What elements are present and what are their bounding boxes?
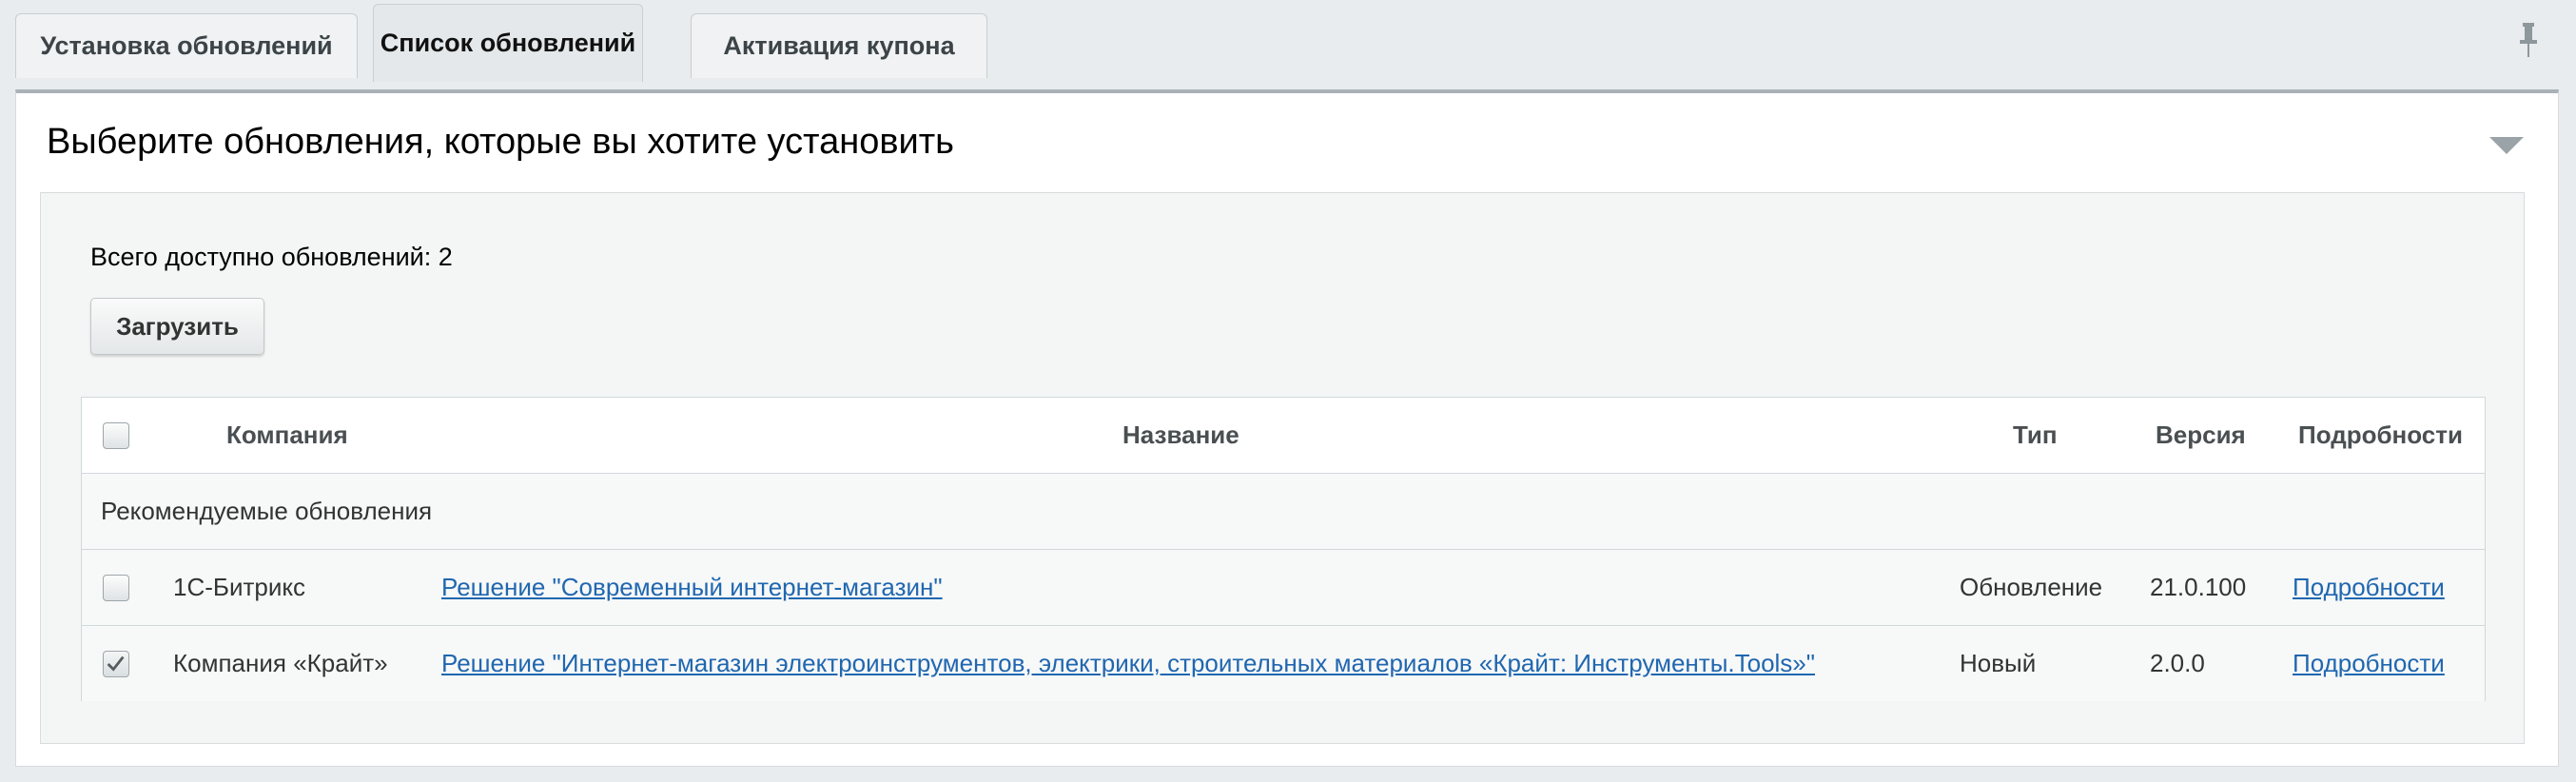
tab-coupon-activation[interactable]: Активация купона: [691, 13, 987, 78]
header-version: Версия: [2156, 420, 2246, 449]
tab-updates-list-label: Список обновлений: [380, 29, 636, 57]
tab-install-updates[interactable]: Установка обновлений: [15, 13, 358, 78]
pin-icon[interactable]: [2516, 21, 2541, 59]
row-version: 2.0.0: [2150, 649, 2205, 677]
table-row: 1С-Битрикс Решение "Современный интернет…: [82, 550, 2485, 626]
updates-count: Всего доступно обновлений: 2: [90, 243, 453, 271]
triangle-down-icon[interactable]: [2488, 133, 2526, 156]
updates-panel: Выберите обновления, которые вы хотите у…: [15, 89, 2559, 767]
row-version: 21.0.100: [2150, 573, 2247, 601]
group-label: Рекомендуемые обновления: [101, 497, 433, 525]
row-name-link[interactable]: Решение "Современный интернет-магазин": [441, 550, 943, 625]
header-details: Подробности: [2298, 420, 2463, 449]
row-checkbox[interactable]: [103, 651, 129, 677]
row-details-link[interactable]: Подробности: [2293, 550, 2445, 625]
group-row: Рекомендуемые обновления: [82, 474, 2485, 550]
updates-table: Компания Название Тип Версия Подробности…: [81, 397, 2486, 701]
row-details-link[interactable]: Подробности: [2293, 626, 2445, 701]
select-all-checkbox[interactable]: [103, 422, 129, 449]
tab-coupon-activation-label: Активация купона: [723, 31, 955, 60]
row-type: Новый: [1960, 649, 2037, 677]
row-name-link[interactable]: Решение "Интернет-магазин электроинструм…: [441, 626, 1815, 701]
tab-install-updates-label: Установка обновлений: [40, 31, 333, 60]
row-company: 1С-Битрикс: [173, 573, 306, 601]
row-company: Компания «Крайт»: [173, 649, 388, 677]
header-name: Название: [1122, 420, 1239, 449]
load-button[interactable]: Загрузить: [90, 298, 264, 355]
table-row: Компания «Крайт» Решение "Интернет-магаз…: [82, 626, 2485, 701]
row-type: Обновление: [1960, 573, 2103, 601]
table-header: Компания Название Тип Версия Подробности: [82, 398, 2485, 474]
header-type: Тип: [2013, 420, 2058, 449]
header-company: Компания: [226, 420, 348, 449]
row-checkbox[interactable]: [103, 575, 129, 601]
checkmark-icon: [107, 655, 125, 672]
page-title: Выберите обновления, которые вы хотите у…: [47, 122, 954, 162]
tab-updates-list[interactable]: Список обновлений: [373, 4, 643, 82]
updates-section: Всего доступно обновлений: 2 Загрузить К…: [40, 192, 2525, 744]
